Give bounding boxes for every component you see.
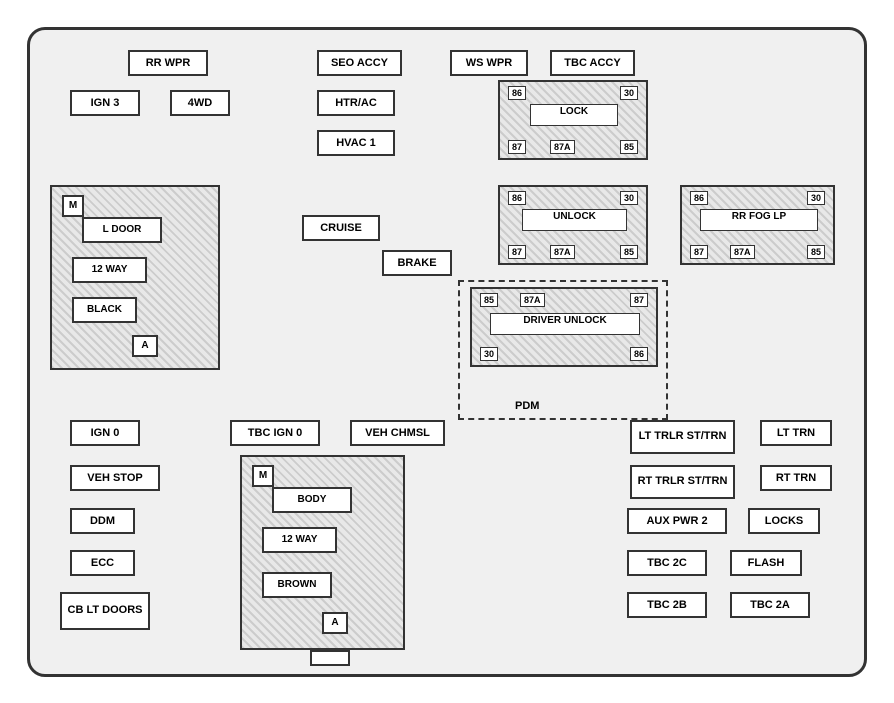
unlock-relay-name: UNLOCK xyxy=(522,209,627,231)
rr-fog-pin-87: 87 xyxy=(690,245,708,259)
fuse-flash: FLASH xyxy=(730,550,802,576)
rr-fog-pin-86: 86 xyxy=(690,191,708,205)
fuse-ws-wpr: WS WPR xyxy=(450,50,528,76)
fuse-diagram: RR WPR SEO ACCY WS WPR TBC ACCY IGN 3 4W… xyxy=(27,27,867,677)
lock-relay-block: 86 30 LOCK 87 87A 85 xyxy=(498,80,648,160)
fuse-rt-trlr-st-trn: RT TRLR ST/TRN xyxy=(630,465,735,499)
fuse-tbc-2a: TBC 2A xyxy=(730,592,810,618)
rr-fog-pin-85: 85 xyxy=(807,245,825,259)
lock-pin-87a: 87A xyxy=(550,140,575,154)
pdm-label: PDM xyxy=(515,400,539,412)
fuse-tbc-2b: TBC 2B xyxy=(627,592,707,618)
unlock-relay-block: 86 30 UNLOCK 87 87A 85 xyxy=(498,185,648,265)
fuse-tbc-accy: TBC ACCY xyxy=(550,50,635,76)
body-title: BODY xyxy=(272,487,352,513)
lock-pin-87: 87 xyxy=(508,140,526,154)
driver-unlock-relay-block: 85 87A 87 DRIVER UNLOCK 30 86 xyxy=(470,287,658,367)
lock-relay-name: LOCK xyxy=(530,104,618,126)
fuse-cb-lt-doors: CB LT DOORS xyxy=(60,592,150,630)
body-connector xyxy=(310,650,350,666)
body-brown: BROWN xyxy=(262,572,332,598)
body-block: M BODY 12 WAY BROWN A xyxy=(240,455,405,650)
body-a: A xyxy=(322,612,348,634)
fuse-aux-pwr2: AUX PWR 2 xyxy=(627,508,727,534)
fuse-tbc-2c: TBC 2C xyxy=(627,550,707,576)
unlock-pin-86: 86 xyxy=(508,191,526,205)
fuse-htr-ac: HTR/AC xyxy=(317,90,395,116)
rr-fog-relay-name: RR FOG LP xyxy=(700,209,818,231)
drv-unlock-relay-name: DRIVER UNLOCK xyxy=(490,313,640,335)
fuse-locks: LOCKS xyxy=(748,508,820,534)
unlock-pin-30: 30 xyxy=(620,191,638,205)
unlock-pin-87: 87 xyxy=(508,245,526,259)
fuse-tbc-ign0: TBC IGN 0 xyxy=(230,420,320,446)
rr-fog-pin-87a: 87A xyxy=(730,245,755,259)
drv-unlock-pin-30: 30 xyxy=(480,347,498,361)
rr-fog-pin-30: 30 xyxy=(807,191,825,205)
unlock-pin-85: 85 xyxy=(620,245,638,259)
fuse-cruise: CRUISE xyxy=(302,215,380,241)
rr-fog-lp-relay-block: 86 30 RR FOG LP 87 87A 85 xyxy=(680,185,835,265)
l-door-title: L DOOR xyxy=(82,217,162,243)
unlock-pin-87a: 87A xyxy=(550,245,575,259)
drv-unlock-pin-87a: 87A xyxy=(520,293,545,307)
fuse-rt-trn: RT TRN xyxy=(760,465,832,491)
fuse-lt-trn: LT TRN xyxy=(760,420,832,446)
fuse-lt-trlr-st-trn: LT TRLR ST/TRN xyxy=(630,420,735,454)
l-door-black: BLACK xyxy=(72,297,137,323)
drv-unlock-pin-86: 86 xyxy=(630,347,648,361)
fuse-ddm: DDM xyxy=(70,508,135,534)
fuse-seo-accy: SEO ACCY xyxy=(317,50,402,76)
l-door-a: A xyxy=(132,335,158,357)
fuse-veh-stop: VEH STOP xyxy=(70,465,160,491)
pdm-block: 85 87A 87 DRIVER UNLOCK 30 86 PDM xyxy=(458,280,668,420)
lock-pin-85: 85 xyxy=(620,140,638,154)
fuse-ign3: IGN 3 xyxy=(70,90,140,116)
fuse-veh-chmsl: VEH CHMSL xyxy=(350,420,445,446)
fuse-4wd: 4WD xyxy=(170,90,230,116)
body-m: M xyxy=(252,465,274,487)
lock-pin-30: 30 xyxy=(620,86,638,100)
lock-pin-86: 86 xyxy=(508,86,526,100)
fuse-brake: BRAKE xyxy=(382,250,452,276)
drv-unlock-pin-87: 87 xyxy=(630,293,648,307)
l-door-m: M xyxy=(62,195,84,217)
fuse-rr-wpr: RR WPR xyxy=(128,50,208,76)
fuse-ign0: IGN 0 xyxy=(70,420,140,446)
body-12way: 12 WAY xyxy=(262,527,337,553)
fuse-hvac1: HVAC 1 xyxy=(317,130,395,156)
fuse-ecc: ECC xyxy=(70,550,135,576)
l-door-12way: 12 WAY xyxy=(72,257,147,283)
drv-unlock-pin-85: 85 xyxy=(480,293,498,307)
l-door-block: M L DOOR 12 WAY BLACK A xyxy=(50,185,220,370)
